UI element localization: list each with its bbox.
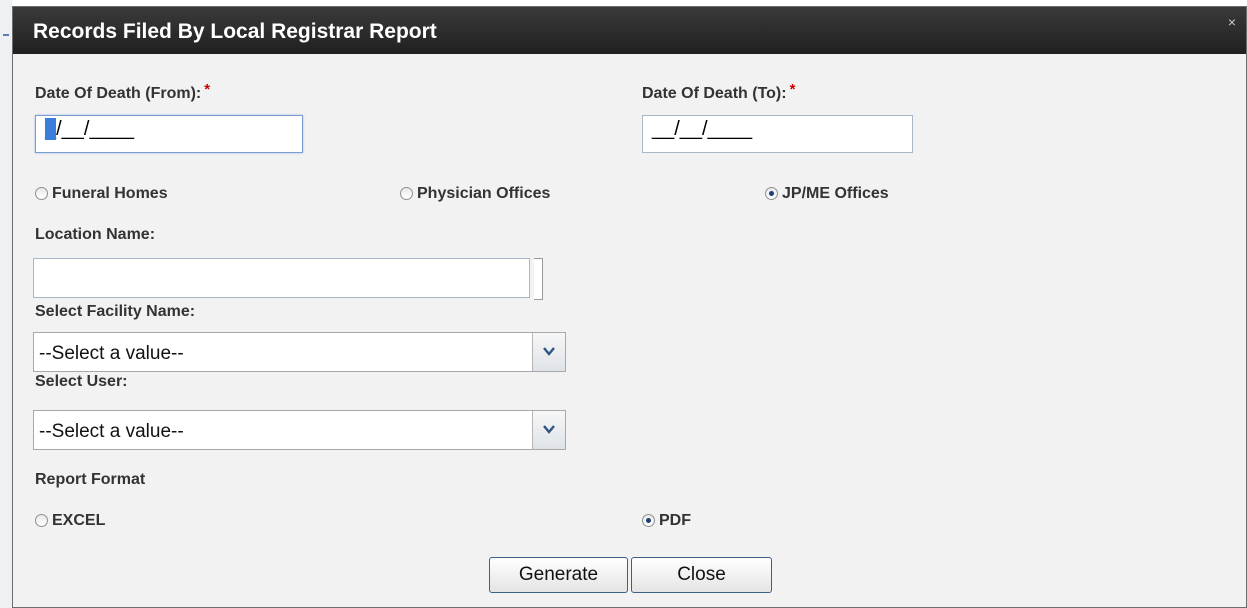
date-from-value: /__/____	[56, 118, 134, 140]
radio-excel-circle[interactable]	[35, 514, 48, 527]
report-dialog: Records Filed By Local Registrar Report …	[12, 6, 1247, 608]
radio-pdf-label: PDF	[659, 512, 691, 529]
generate-button[interactable]: Generate	[489, 557, 628, 593]
background-window-marker	[3, 34, 9, 36]
radio-physician-offices-circle[interactable]	[400, 187, 413, 200]
date-from-label: Date Of Death (From): *	[35, 81, 210, 103]
radio-physician-offices[interactable]: Physician Offices	[400, 185, 550, 203]
chevron-down-icon[interactable]	[532, 333, 565, 371]
location-name-lookup-handle[interactable]	[534, 258, 543, 300]
radio-funeral-homes[interactable]: Funeral Homes	[35, 185, 168, 203]
user-select-value: --Select a value--	[39, 421, 184, 442]
radio-funeral-homes-circle[interactable]	[35, 187, 48, 200]
chevron-down-icon[interactable]	[532, 411, 565, 449]
date-to-value: __/__/____	[652, 118, 753, 140]
date-from-cursor: _	[45, 118, 57, 140]
background-window-edge	[0, 0, 12, 608]
location-name-label: Location Name:	[35, 226, 156, 243]
radio-jpme-offices-label: JP/ME Offices	[782, 185, 889, 202]
report-format-label: Report Format	[35, 471, 146, 488]
radio-excel-label: EXCEL	[52, 512, 106, 529]
date-from-input[interactable]: _/__/____	[35, 115, 303, 153]
radio-funeral-homes-label: Funeral Homes	[52, 185, 168, 202]
user-label: Select User:	[35, 373, 128, 390]
close-icon[interactable]: ×	[1224, 14, 1240, 30]
date-to-required-mark: *	[789, 81, 796, 98]
facility-label: Select Facility Name:	[35, 303, 196, 320]
dialog-title: Records Filed By Local Registrar Report	[33, 20, 437, 43]
facility-select[interactable]: --Select a value--	[33, 332, 566, 372]
radio-jpme-offices-circle[interactable]	[765, 187, 778, 200]
close-button[interactable]: Close	[631, 557, 772, 593]
date-to-input[interactable]: __/__/____	[642, 115, 913, 153]
dialog-titlebar: Records Filed By Local Registrar Report …	[13, 7, 1246, 54]
date-from-label-text: Date Of Death (From):	[35, 85, 202, 102]
radio-pdf-circle[interactable]	[642, 514, 655, 527]
user-select[interactable]: --Select a value--	[33, 410, 566, 450]
facility-select-value: --Select a value--	[39, 343, 184, 364]
date-from-required-mark: *	[204, 81, 211, 98]
radio-jpme-offices[interactable]: JP/ME Offices	[765, 185, 889, 203]
radio-physician-offices-label: Physician Offices	[417, 185, 551, 202]
radio-excel[interactable]: EXCEL	[35, 512, 105, 530]
date-to-label: Date Of Death (To): *	[642, 81, 795, 103]
location-name-input[interactable]	[33, 258, 530, 298]
radio-pdf[interactable]: PDF	[642, 512, 691, 530]
date-to-label-text: Date Of Death (To):	[642, 85, 787, 102]
